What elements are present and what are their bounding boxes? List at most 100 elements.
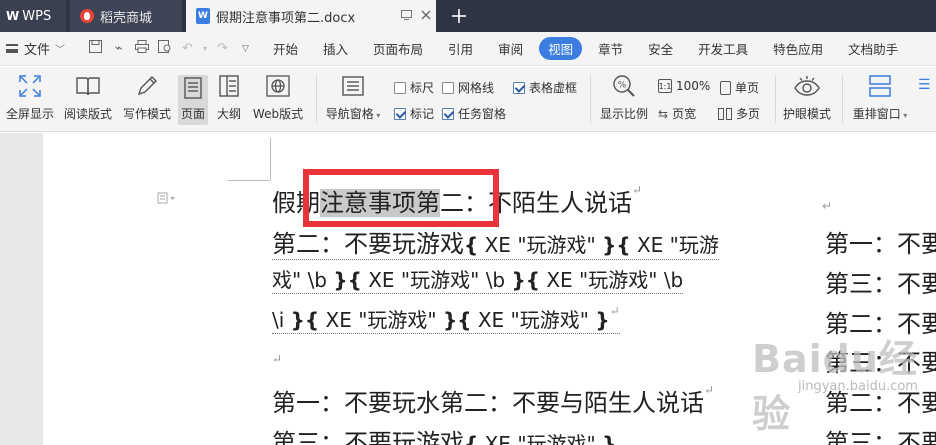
field-code-value: "玩游戏": [400, 268, 480, 292]
web-layout-button[interactable]: Web版式: [250, 73, 306, 122]
new-tab-button[interactable]: [446, 0, 472, 32]
table-gridlines-checkbox-box: [513, 81, 525, 94]
menu-tab-special-apps[interactable]: 特色应用: [773, 39, 823, 58]
field-brace-close: }: [290, 308, 305, 332]
rearrange-windows-button[interactable]: 重排窗口 ▾: [849, 73, 911, 122]
margin-corner-mark: [228, 180, 270, 181]
field-code-xe: XE: [484, 233, 511, 257]
doc-text: 第一：不要玩水第二：不要与陌生人说话: [272, 389, 704, 417]
menu-tab-developer[interactable]: 开发工具: [698, 39, 748, 58]
field-brace-close: }: [602, 432, 617, 445]
field-code-value: "玩游戏": [517, 233, 596, 257]
menu-tab-review[interactable]: 审阅: [498, 39, 523, 58]
field-code-xe: XE: [636, 233, 664, 257]
page-view-label: 页面: [180, 107, 205, 121]
page-view-button[interactable]: 页面: [178, 75, 208, 125]
marks-checkbox[interactable]: 标记: [394, 105, 434, 122]
single-page-label: 单页: [735, 81, 760, 95]
zoom-100-label: 100%: [676, 79, 711, 93]
hamburger-icon: [6, 44, 18, 53]
one-to-one-icon: 1:1: [658, 79, 672, 93]
svg-text:%: %: [618, 81, 627, 91]
red-highlight-box: [303, 169, 499, 227]
book-icon: [75, 73, 101, 99]
menu-tab-references[interactable]: 引用: [448, 39, 473, 58]
page-width-button[interactable]: ⇆ 页宽: [658, 105, 696, 122]
tab-float-icon[interactable]: [396, 9, 416, 23]
writing-mode-button[interactable]: 写作模式: [121, 73, 173, 122]
column2-line[interactable]: 第一：不要: [825, 224, 936, 259]
save-icon[interactable]: [84, 40, 107, 57]
multi-page-button[interactable]: 多页: [718, 105, 760, 122]
doc-line-index-field[interactable]: 第三：不要玩游戏{ XE "玩游戏" }: [272, 423, 616, 445]
task-pane-checkbox[interactable]: 任务窗格: [442, 105, 506, 122]
paragraph-options-icon[interactable]: [157, 192, 177, 207]
writing-mode-label: 写作模式: [122, 107, 171, 121]
file-menu-button[interactable]: 文件 ﹀: [0, 39, 84, 58]
eye-protection-button[interactable]: 护眼模式: [780, 73, 834, 122]
menu-tab-insert[interactable]: 插入: [323, 39, 348, 58]
task-pane-checkbox-box: [442, 107, 454, 120]
field-code-value: "玩游戏": [510, 308, 589, 332]
menu-tab-home[interactable]: 开始: [273, 39, 298, 58]
more-view-options-icon[interactable]: ☰: [918, 77, 931, 93]
single-page-icon: [720, 80, 731, 95]
column2-line[interactable]: 第三：不要: [825, 264, 936, 299]
print-icon[interactable]: [130, 40, 153, 57]
ruler-checkbox-box: [394, 81, 406, 94]
ruler-checkbox[interactable]: 标尺: [394, 79, 434, 96]
menu-tab-doc-assistant[interactable]: 文档助手: [848, 39, 898, 58]
outline-view-button[interactable]: 大纲: [214, 73, 244, 122]
doc-line-index-field[interactable]: \i }{ XE "玩游戏" }{ XE "玩游戏" }↵: [272, 304, 620, 334]
fullscreen-button[interactable]: 全屏显示: [4, 73, 56, 122]
field-brace-close: }: [442, 308, 458, 332]
field-code-xe: XE: [546, 268, 573, 292]
tab-document[interactable]: W 假期注意事项第二.docx: [186, 0, 436, 32]
doc-line-rules[interactable]: 第一：不要玩水第二：不要与陌生人说话↵: [272, 383, 714, 418]
field-code-value: 戏": [272, 268, 302, 292]
paragraph-mark-icon: ↵: [609, 304, 620, 318]
single-page-button[interactable]: 单页: [720, 79, 759, 96]
format-painter-icon[interactable]: ⌁: [107, 41, 130, 56]
ribbon-separator: [590, 75, 591, 123]
menu-tab-view[interactable]: 视图: [539, 37, 583, 60]
file-menu-label: 文件: [24, 43, 51, 58]
marks-label: 标记: [410, 107, 435, 121]
field-code-value: "玩游戏": [517, 432, 596, 445]
gridlines-label: 网格线: [458, 81, 495, 95]
field-code-xe: XE: [484, 432, 511, 445]
tab-docer-store[interactable]: 稻壳商城: [70, 0, 182, 32]
menu-tab-section[interactable]: 章节: [598, 39, 623, 58]
tab-wps-home[interactable]: W WPS: [0, 0, 66, 32]
marks-checkbox-box: [394, 107, 406, 120]
menu-tabs: 开始 插入 页面布局 引用 审阅 视图 章节 安全 开发工具 特色应用 文档助手: [273, 37, 923, 60]
pen-icon: [134, 73, 160, 99]
tab-close-icon[interactable]: [416, 9, 436, 23]
multi-page-label: 多页: [736, 107, 761, 121]
menu-bar: 文件 ﹀ ⌁ ↶ ▾ ↷ ▽ 开始 插入 页面布局 引用 审阅 视图 章节 安全…: [0, 32, 936, 66]
ribbon-separator: [842, 75, 843, 123]
reading-layout-button[interactable]: 阅读版式: [62, 73, 114, 122]
outline-icon: [216, 73, 242, 99]
field-brace-open: {: [616, 233, 631, 257]
undo-icon[interactable]: ↶: [176, 41, 199, 56]
customize-toolbar-icon[interactable]: ▽: [234, 44, 257, 54]
field-brace-open: {: [304, 308, 320, 332]
redo-icon[interactable]: ↷: [211, 41, 234, 56]
tab-document-label: 假期注意事项第二.docx: [216, 10, 356, 26]
field-switch-b: \b: [485, 268, 506, 292]
menu-tab-page-layout[interactable]: 页面布局: [373, 39, 423, 58]
zoom-button[interactable]: % 显示比例: [597, 73, 651, 122]
field-brace-close: }: [602, 233, 617, 257]
eye-icon: [794, 73, 820, 99]
menu-tab-security[interactable]: 安全: [648, 39, 673, 58]
undo-dropdown-icon[interactable]: ▾: [199, 44, 211, 53]
table-gridlines-checkbox[interactable]: 表格虚框: [513, 79, 577, 96]
zoom-100-button[interactable]: 1:1 100%: [658, 79, 710, 93]
gridlines-checkbox[interactable]: 网格线: [442, 79, 494, 96]
print-preview-icon[interactable]: [153, 40, 176, 57]
doc-line-index-field[interactable]: 第二：不要玩游戏{ XE "玩游戏" }{ XE "玩游: [272, 224, 719, 260]
nav-pane-button[interactable]: 导航窗格 ▾: [322, 73, 384, 122]
eye-protection-label: 护眼模式: [782, 107, 831, 121]
doc-line-index-field[interactable]: 戏" \b }{ XE "玩游戏" \b }{ XE "玩游戏" \b: [272, 264, 684, 294]
